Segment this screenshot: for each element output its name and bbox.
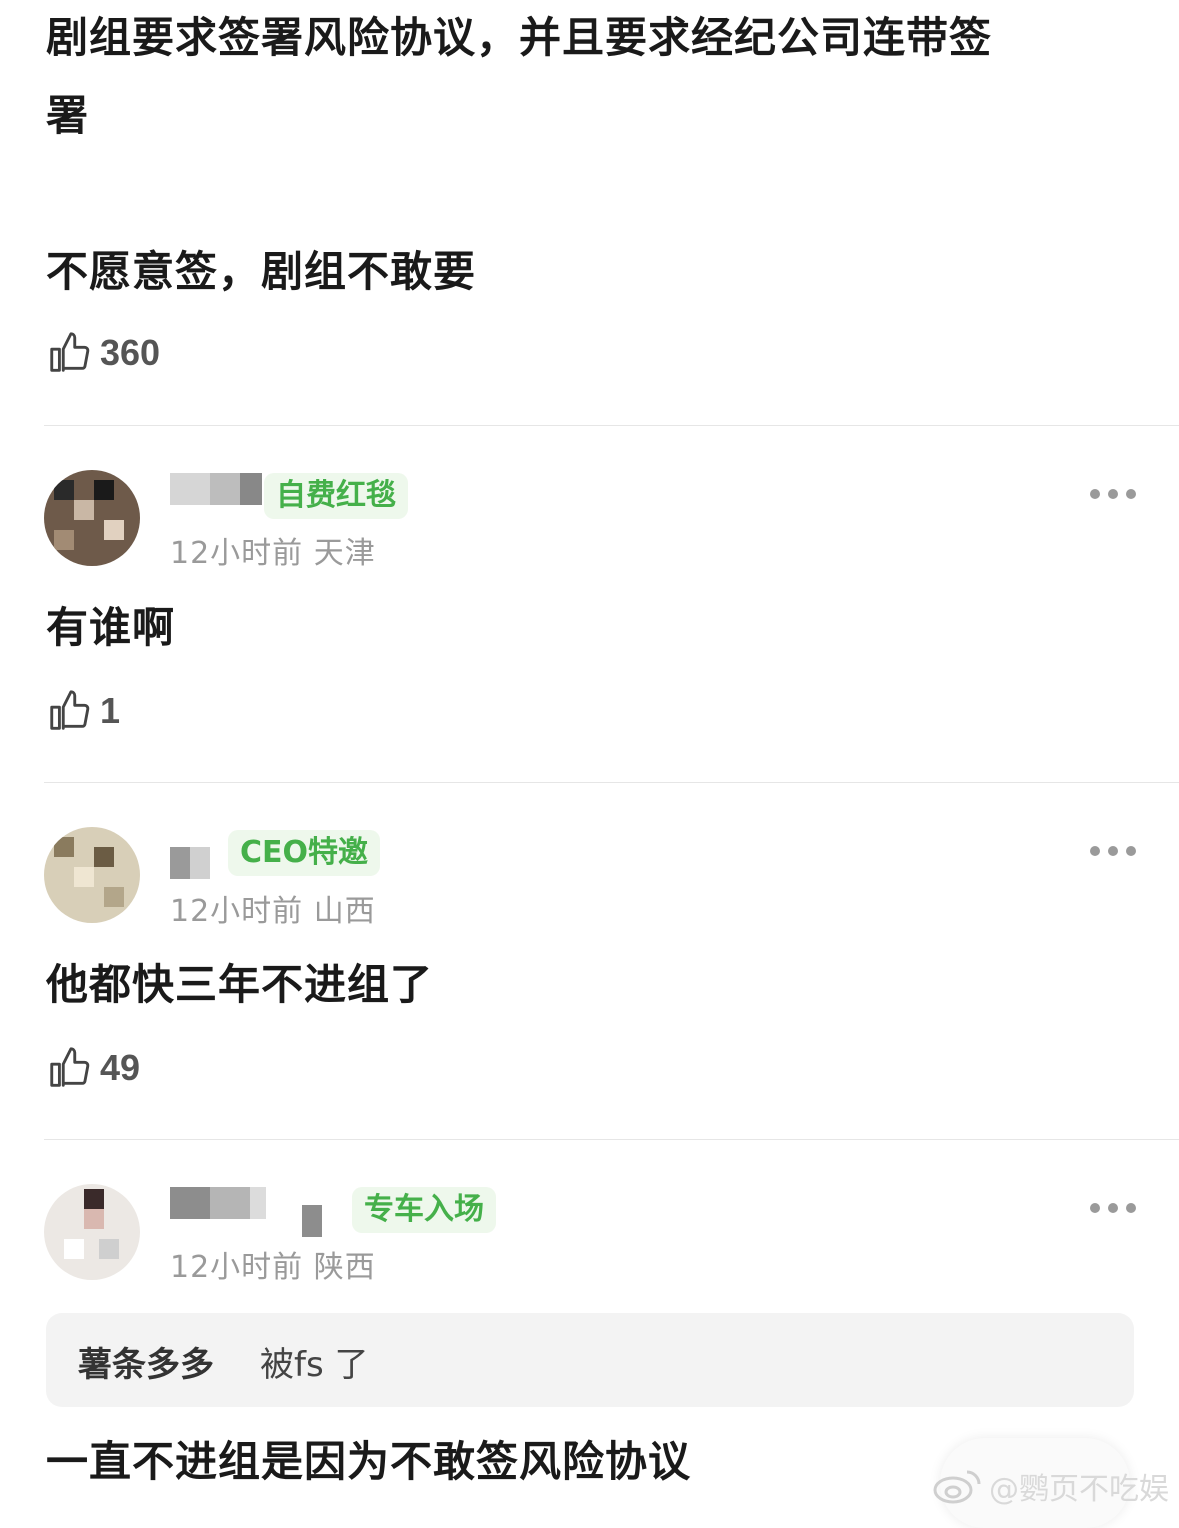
quoted-reply[interactable]: 薯条多多 被fs 了	[46, 1313, 1134, 1407]
divider	[44, 782, 1179, 783]
avatar[interactable]	[44, 827, 140, 923]
username-blurred[interactable]	[170, 473, 262, 505]
username-blurred	[302, 1205, 322, 1237]
watermark: @鹦页不吃娱	[931, 1464, 1169, 1508]
weibo-logo-icon	[933, 1470, 981, 1504]
top-comment-text-line-1: 剧组要求签署风险协议，并且要求经纪公司连带签	[46, 13, 993, 62]
thumbs-up-icon	[50, 690, 90, 730]
more-options-button[interactable]	[1090, 846, 1136, 856]
quoted-text: 被fs 了	[260, 1345, 369, 1385]
watermark-text: @鹦页不吃娱	[989, 1472, 1169, 1507]
top-comment-text-line-2: 署	[46, 91, 90, 140]
top-comment-text-line-3: 不愿意签，剧组不敢要	[46, 247, 477, 296]
top-comment-like-button[interactable]: 360	[46, 330, 160, 376]
username-blurred[interactable]	[170, 1187, 266, 1219]
avatar[interactable]	[44, 1184, 140, 1280]
user-badge: 专车入场	[352, 1187, 496, 1233]
top-comment-like-count: 360	[100, 332, 161, 373]
divider	[44, 1139, 1179, 1140]
more-options-button[interactable]	[1090, 1203, 1136, 1213]
thumbs-up-icon	[50, 1047, 90, 1087]
comment-text: 他都快三年不进组了	[46, 960, 434, 1009]
avatar[interactable]	[44, 470, 140, 566]
more-options-button[interactable]	[1090, 489, 1136, 499]
username-blurred[interactable]	[170, 847, 210, 879]
comment-text: 一直不进组是因为不敢签风险协议	[46, 1437, 692, 1486]
comment-meta: 12小时前 天津	[170, 536, 376, 571]
user-badge: 自费红毯	[264, 473, 408, 519]
comment-text: 有谁啊	[46, 603, 176, 652]
divider	[44, 425, 1179, 426]
user-badge: CEO特邀	[228, 830, 381, 876]
comment-like-button[interactable]: 49	[46, 1045, 140, 1091]
quoted-username[interactable]: 薯条多多	[78, 1337, 214, 1386]
comment-like-count: 49	[100, 1047, 141, 1088]
comment-like-count: 1	[100, 690, 121, 731]
thumbs-up-icon	[50, 332, 90, 372]
comment-meta: 12小时前 山西	[170, 894, 376, 929]
comment-meta: 12小时前 陕西	[170, 1250, 376, 1285]
comment-like-button[interactable]: 1	[46, 688, 120, 734]
